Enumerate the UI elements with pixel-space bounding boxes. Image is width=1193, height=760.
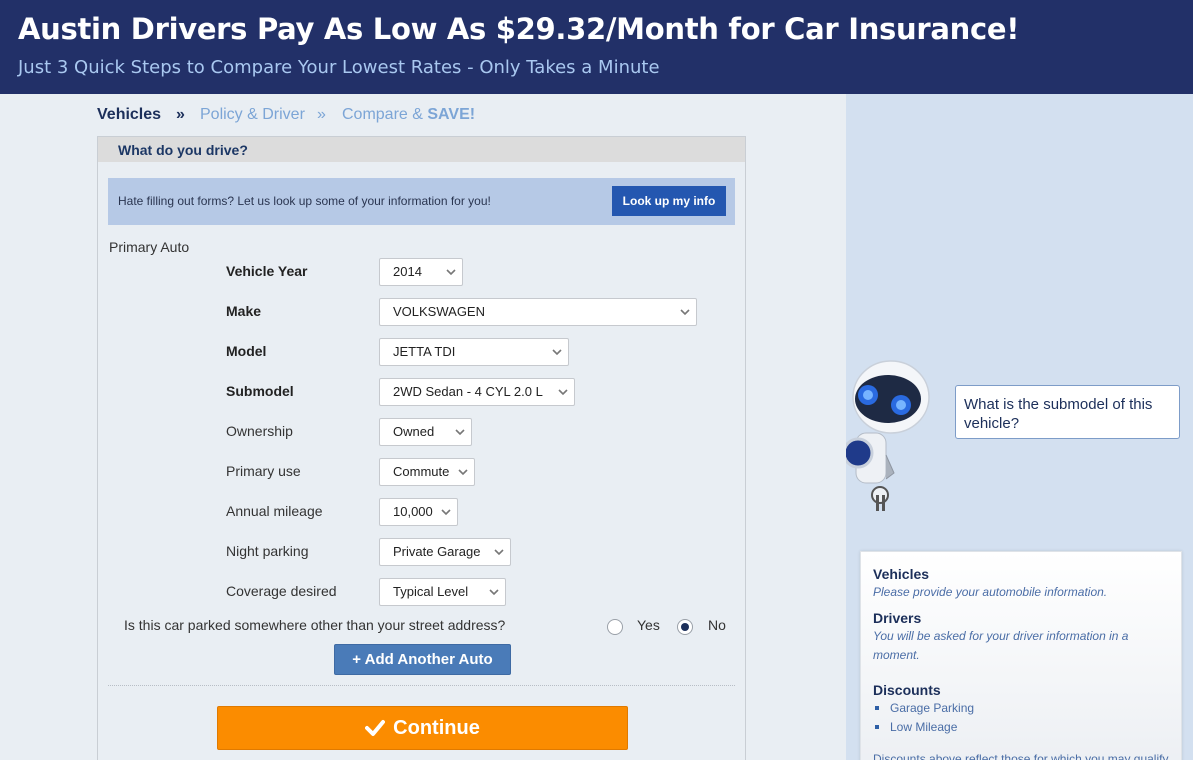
make-select[interactable]: VOLKSWAGEN bbox=[379, 298, 697, 326]
summary-drivers-text: You will be asked for your driver inform… bbox=[873, 629, 1129, 643]
vehicle-year-value: 2014 bbox=[393, 264, 422, 279]
parked-yes-label[interactable]: Yes bbox=[637, 617, 660, 633]
parked-no-radio[interactable] bbox=[677, 619, 693, 635]
coverage-desired-label: Coverage desired bbox=[226, 583, 337, 599]
parked-no-label[interactable]: No bbox=[708, 617, 726, 633]
chevron-down-icon bbox=[441, 509, 451, 516]
annual-mileage-value: 10,000 bbox=[393, 504, 433, 519]
annual-mileage-label: Annual mileage bbox=[226, 503, 323, 519]
parked-yes-radio[interactable] bbox=[607, 619, 623, 635]
step-save-label: SAVE! bbox=[427, 106, 476, 123]
primary-use-select[interactable]: Commute bbox=[379, 458, 475, 486]
chevron-down-icon bbox=[680, 309, 690, 316]
model-label: Model bbox=[226, 343, 267, 359]
headline: Austin Drivers Pay As Low As $29.32/Mont… bbox=[18, 12, 1020, 46]
summary-discounts-title: Discounts bbox=[873, 682, 941, 698]
model-value: JETTA TDI bbox=[393, 344, 456, 359]
annual-mileage-select[interactable]: 10,000 bbox=[379, 498, 458, 526]
chevron-down-icon bbox=[446, 269, 456, 276]
summary-drivers-title: Drivers bbox=[873, 610, 922, 626]
ownership-select[interactable]: Owned bbox=[379, 418, 472, 446]
form-divider bbox=[108, 685, 735, 686]
night-parking-select[interactable]: Private Garage bbox=[379, 538, 511, 566]
vehicle-year-label: Vehicle Year bbox=[226, 263, 308, 279]
summary-drivers-text-cont: moment. bbox=[873, 648, 920, 662]
chevron-down-icon bbox=[552, 349, 562, 356]
make-value: VOLKSWAGEN bbox=[393, 304, 485, 319]
vehicle-form: What do you drive? Hate filling out form… bbox=[97, 136, 746, 760]
step-separator: » bbox=[317, 106, 326, 123]
checkmark-icon bbox=[365, 720, 386, 736]
add-another-auto-button[interactable]: + Add Another Auto bbox=[334, 644, 511, 675]
form-heading: What do you drive? bbox=[118, 142, 248, 158]
submodel-select[interactable]: 2WD Sedan - 4 CYL 2.0 L bbox=[379, 378, 575, 406]
progress-summary-panel: Vehicles Please provide your automobile … bbox=[860, 551, 1182, 760]
model-select[interactable]: JETTA TDI bbox=[379, 338, 569, 366]
ownership-value: Owned bbox=[393, 424, 435, 439]
form-heading-bar: What do you drive? bbox=[98, 137, 745, 162]
discount-item: Garage Parking bbox=[890, 701, 975, 715]
lookup-button[interactable]: Look up my info bbox=[612, 186, 726, 216]
bullet-icon bbox=[875, 706, 879, 710]
robot-assistant-icon bbox=[846, 360, 930, 511]
discount-item: Low Mileage bbox=[890, 720, 958, 734]
continue-label: Continue bbox=[393, 717, 480, 739]
step-compare-label: Compare & bbox=[342, 106, 428, 123]
summary-vehicles-title: Vehicles bbox=[873, 566, 930, 582]
parked-elsewhere-question: Is this car parked somewhere other than … bbox=[124, 617, 506, 633]
bullet-icon bbox=[875, 725, 879, 729]
chevron-down-icon bbox=[455, 429, 465, 436]
primary-use-value: Commute bbox=[393, 464, 450, 479]
lookup-text: Hate filling out forms? Let us look up s… bbox=[118, 194, 491, 208]
chevron-down-icon bbox=[494, 549, 504, 556]
primary-use-label: Primary use bbox=[226, 463, 301, 479]
vehicle-year-select[interactable]: 2014 bbox=[379, 258, 463, 286]
sub-headline: Just 3 Quick Steps to Compare Your Lowes… bbox=[18, 57, 660, 78]
submodel-value: 2WD Sedan - 4 CYL 2.0 L bbox=[393, 384, 543, 399]
assistant-speech-bubble: What is the submodel of this vehicle? bbox=[955, 385, 1180, 439]
ownership-label: Ownership bbox=[226, 423, 293, 439]
coverage-desired-value: Typical Level bbox=[393, 584, 469, 599]
page-header: Austin Drivers Pay As Low As $29.32/Mont… bbox=[0, 0, 1193, 94]
lookup-banner: Hate filling out forms? Let us look up s… bbox=[108, 178, 735, 225]
step-vehicles: Vehicles bbox=[97, 106, 162, 123]
primary-auto-label: Primary Auto bbox=[109, 239, 190, 255]
step-policy-driver: Policy & Driver bbox=[200, 106, 305, 123]
night-parking-label: Night parking bbox=[226, 543, 309, 559]
coverage-desired-select[interactable]: Typical Level bbox=[379, 578, 506, 606]
step-compare-save: Compare & SAVE! bbox=[342, 106, 475, 124]
chevron-down-icon bbox=[558, 388, 568, 396]
step-separator: » bbox=[176, 106, 185, 123]
summary-discounts-note: Discounts above reflect those for which … bbox=[873, 752, 1171, 760]
continue-button[interactable]: Continue bbox=[217, 706, 628, 750]
make-label: Make bbox=[226, 303, 262, 319]
chevron-down-icon bbox=[458, 469, 468, 476]
night-parking-value: Private Garage bbox=[393, 544, 481, 559]
chevron-down-icon bbox=[489, 589, 499, 596]
submodel-label: Submodel bbox=[226, 383, 294, 399]
summary-vehicles-text: Please provide your automobile informati… bbox=[873, 585, 1108, 599]
